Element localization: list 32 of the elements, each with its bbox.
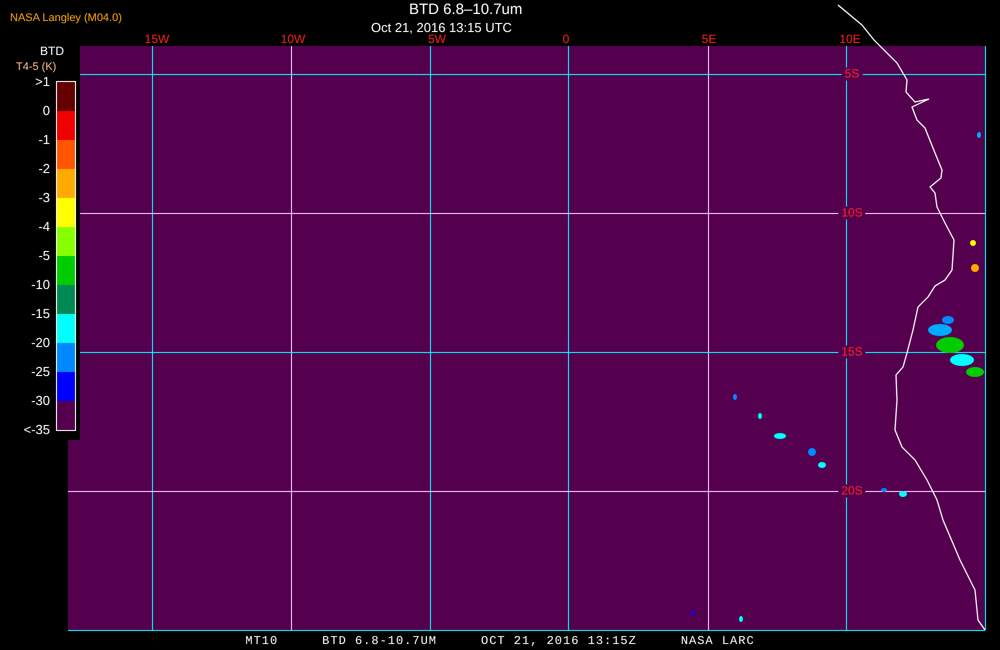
longitude-label: 5E xyxy=(702,33,716,46)
latitude-label: 20S xyxy=(838,484,866,498)
scale-label: -15 xyxy=(31,307,50,321)
caption-text: NASA LARC xyxy=(680,634,755,648)
source-label: NASA Langley (M04.0) xyxy=(10,12,122,25)
scale-label: -3 xyxy=(38,191,50,205)
image-timestamp: Oct 21, 2016 13:15 UTC xyxy=(371,20,512,35)
latitude-label: 15S xyxy=(838,346,866,358)
scale-label: -4 xyxy=(38,220,50,234)
latitude-label: 5S xyxy=(842,68,862,80)
image-title: BTD 6.8–10.7um xyxy=(409,1,522,19)
longitude-label: 5W xyxy=(428,33,446,46)
caption-text: BTD 6.8-10.7UM xyxy=(322,634,437,648)
longitude-label: 10E xyxy=(839,33,861,46)
scale-label: >1 xyxy=(35,75,50,89)
scale-label: -5 xyxy=(38,249,50,263)
scale-label: -20 xyxy=(31,336,50,350)
scale-label: -10 xyxy=(31,278,50,292)
scale-label: -30 xyxy=(31,394,50,408)
scale-label: -25 xyxy=(31,365,50,379)
caption-text: OCT 21, 2016 13:15Z xyxy=(481,634,637,648)
latitude-label: 10S xyxy=(838,206,866,220)
legend-title: BTD xyxy=(40,44,64,58)
longitude-label: 10W xyxy=(280,33,306,46)
legend-unit: T4-5 (K) xyxy=(16,61,56,74)
longitude-label: 0 xyxy=(562,33,570,46)
scale-label: -2 xyxy=(38,162,50,176)
scale-label: -1 xyxy=(38,133,50,147)
scale-label: <-35 xyxy=(24,423,50,437)
longitude-label: 15W xyxy=(144,33,170,46)
scale-label: 0 xyxy=(42,104,50,118)
caption-text: MT10 xyxy=(245,634,278,648)
